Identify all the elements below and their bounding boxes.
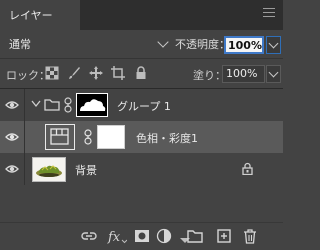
opacity-input[interactable]: 100% (224, 36, 264, 54)
opacity-dropdown-button[interactable] (266, 36, 281, 54)
blend-mode-value: 通常 (9, 38, 31, 51)
lock-label: ロック： (6, 69, 50, 82)
lock-all-icon[interactable] (134, 66, 148, 80)
chevron-down-icon (157, 36, 169, 48)
visibility-eye-icon[interactable] (5, 99, 19, 111)
lock-row: ロック： 塗り： 100% (0, 59, 283, 89)
hue-saturation-icon (50, 128, 69, 145)
chevron-down-icon (268, 38, 279, 49)
layer-thumbnail[interactable] (32, 157, 66, 182)
new-layer-icon[interactable] (216, 228, 232, 244)
blend-mode-select[interactable]: 通常 (7, 36, 169, 54)
svg-text:fx: fx (107, 230, 121, 244)
folder-icon (44, 99, 60, 111)
link-icon[interactable] (64, 97, 72, 113)
background-image-preview (36, 165, 62, 177)
fx-icon[interactable]: fx (107, 228, 127, 244)
opacity-label: 不透明度： (175, 38, 230, 51)
layer-row-adjustment[interactable]: 色相・彩度1 (0, 121, 283, 153)
chevron-down-icon[interactable] (31, 100, 41, 108)
layers-list: グループ 1 色相・彩度1 背景 (0, 89, 283, 186)
new-group-folder-icon[interactable] (187, 228, 203, 244)
lock-position-icon[interactable] (89, 66, 103, 80)
layer-name: 背景 (75, 164, 97, 177)
link-layers-icon[interactable] (81, 228, 97, 244)
layer-mask-thumbnail[interactable] (76, 93, 108, 117)
lock-artboard-icon[interactable] (111, 66, 125, 80)
layer-name: グループ 1 (117, 100, 171, 113)
add-mask-icon[interactable] (134, 228, 150, 244)
row-separator (24, 153, 25, 185)
cloud-mask-shape (80, 99, 106, 111)
layer-row-group[interactable]: グループ 1 (0, 89, 283, 121)
layer-row-background[interactable]: 背景 (0, 153, 283, 185)
fill-dropdown-button[interactable] (266, 65, 281, 83)
panel-menu-icon[interactable] (263, 8, 275, 18)
blend-row: 通常 不透明度： 100% (0, 30, 283, 59)
row-separator (24, 89, 25, 121)
tab-layers[interactable]: レイヤー (0, 0, 80, 30)
row-separator (24, 121, 25, 153)
lock-transparent-pixels-icon[interactable] (45, 66, 59, 80)
panel-tab-bar: レイヤー (0, 0, 283, 30)
chevron-down-icon (268, 67, 279, 78)
adjustment-layer-thumbnail[interactable] (45, 124, 75, 150)
visibility-eye-icon[interactable] (5, 163, 19, 175)
fill-input[interactable]: 100% (222, 65, 265, 83)
layers-bottom-toolbar: fx (0, 222, 283, 250)
lock-image-pixels-icon[interactable] (67, 66, 81, 80)
link-icon[interactable] (84, 129, 92, 145)
layer-mask-thumbnail[interactable] (97, 125, 125, 149)
layer-name: 色相・彩度1 (136, 132, 198, 145)
visibility-eye-icon[interactable] (5, 131, 19, 143)
trash-icon[interactable] (242, 228, 258, 244)
layer-lock-icon[interactable] (242, 162, 253, 175)
adjustment-layer-icon[interactable] (156, 228, 172, 244)
